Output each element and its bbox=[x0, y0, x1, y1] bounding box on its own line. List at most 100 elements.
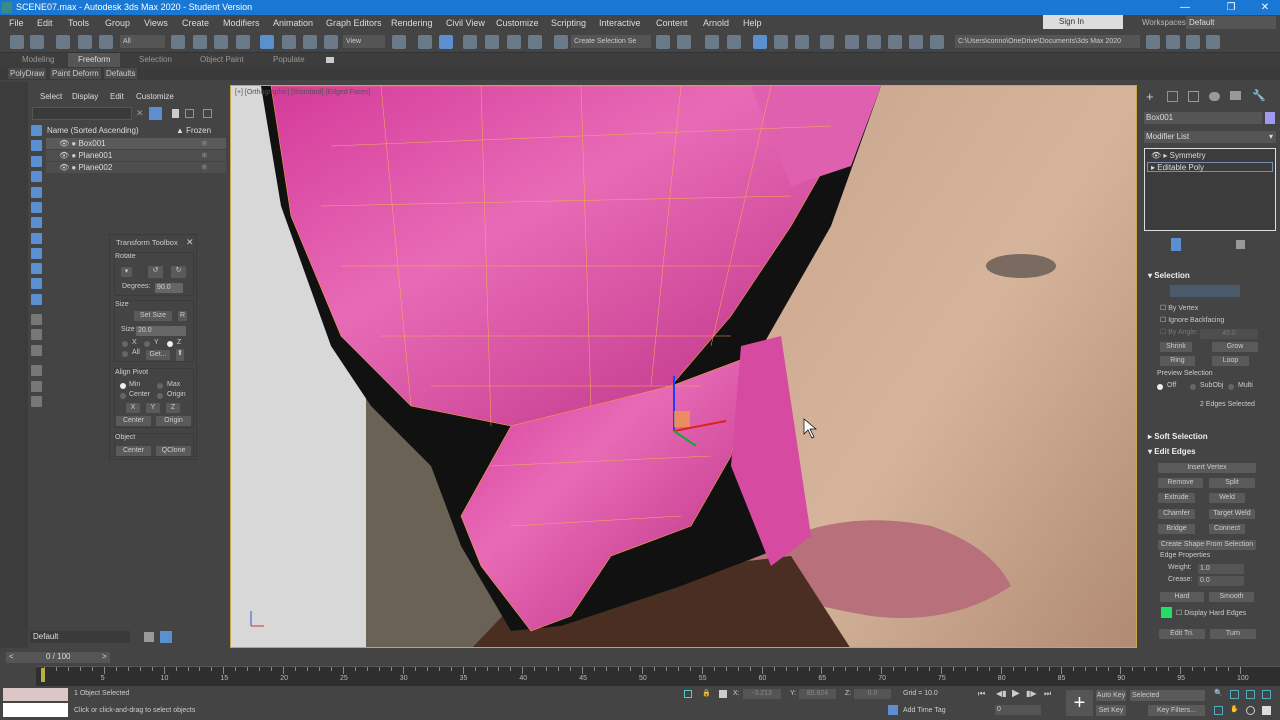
close-button[interactable]: ✕ bbox=[1250, 0, 1280, 15]
se-menu-edit[interactable]: Edit bbox=[110, 92, 124, 101]
display-lights-icon[interactable] bbox=[31, 156, 42, 167]
by-angle-checkbox[interactable]: ☐ By Angle: bbox=[1160, 328, 1198, 336]
tab-object-paint[interactable]: Object Paint bbox=[200, 55, 244, 64]
tab-freeform[interactable]: Freeform bbox=[68, 53, 121, 67]
viewport-label[interactable]: [+] [Orthographic] [Standard] [Edged Fac… bbox=[235, 89, 371, 96]
target-weld-button[interactable]: Target Weld bbox=[1209, 509, 1255, 519]
workspace-dropdown[interactable]: Default bbox=[1186, 16, 1276, 29]
modifier-list-dropdown[interactable]: Modifier List ▾ bbox=[1144, 131, 1276, 143]
window-crossing-icon[interactable] bbox=[236, 35, 250, 49]
reference-coordinate-dropdown[interactable]: View bbox=[343, 35, 385, 48]
ribbon-toggle-icon[interactable] bbox=[753, 35, 767, 49]
hard-edge-color-swatch[interactable] bbox=[1161, 607, 1172, 618]
unlink-icon[interactable] bbox=[78, 35, 92, 49]
snaps-toggle-icon[interactable] bbox=[439, 35, 453, 49]
viewport-orthographic[interactable]: [+] [Orthographic] [Standard] [Edged Fac… bbox=[230, 85, 1137, 648]
undo-icon[interactable] bbox=[10, 35, 24, 49]
edit-tri-button[interactable]: Edit Tri. bbox=[1159, 629, 1205, 639]
preview-off-radio[interactable] bbox=[1157, 384, 1163, 390]
project-folder-icon[interactable] bbox=[1146, 35, 1160, 49]
display-xrefs-icon[interactable] bbox=[31, 233, 42, 244]
display-geometry-icon[interactable] bbox=[31, 125, 42, 136]
pivot-center-icon[interactable] bbox=[392, 35, 406, 49]
pivot-origin-button[interactable]: Origin bbox=[156, 416, 191, 426]
hierarchy-icon[interactable] bbox=[185, 109, 194, 118]
go-to-start-icon[interactable]: ⏮ bbox=[978, 689, 985, 699]
display-cameras-icon[interactable] bbox=[31, 171, 42, 182]
preview-subobj-radio[interactable] bbox=[1190, 384, 1196, 390]
scene-object-row[interactable]: 👁 ● Box001 ❄ bbox=[46, 138, 226, 149]
toolbox-close-button[interactable]: ✕ bbox=[186, 237, 194, 248]
redo-icon[interactable] bbox=[30, 35, 44, 49]
current-frame-spinner[interactable]: 0 bbox=[995, 705, 1041, 715]
pivot-origin-radio[interactable] bbox=[157, 393, 163, 399]
project-create-icon[interactable] bbox=[1186, 35, 1200, 49]
display-helpers-icon[interactable] bbox=[31, 187, 42, 198]
next-frame-icon[interactable]: ▮▶ bbox=[1026, 689, 1037, 698]
menu-rendering[interactable]: Rendering bbox=[391, 15, 433, 31]
angle-spinner[interactable]: 45.0 bbox=[1200, 329, 1258, 339]
size-spinner[interactable]: 20.0 bbox=[136, 326, 186, 336]
pivot-x-button[interactable]: X bbox=[126, 403, 140, 413]
selection-region-icon[interactable] bbox=[214, 35, 228, 49]
menu-help[interactable]: Help bbox=[743, 15, 762, 31]
maximize-viewport-icon[interactable] bbox=[1262, 706, 1271, 715]
se-menu-customize[interactable]: Customize bbox=[136, 92, 174, 101]
menu-group[interactable]: Group bbox=[105, 15, 130, 31]
zoom-extents-icon[interactable] bbox=[1246, 690, 1255, 699]
size-reset-button[interactable]: R bbox=[178, 311, 187, 321]
scene-object-row[interactable]: 👁 ● Plane001 ❄ bbox=[46, 150, 226, 161]
display-shapes-icon[interactable] bbox=[31, 140, 42, 151]
zoom-all-icon[interactable] bbox=[1230, 690, 1239, 699]
link-icon[interactable] bbox=[56, 35, 70, 49]
layer-dropdown[interactable]: Default bbox=[30, 631, 130, 643]
menu-file[interactable]: File bbox=[9, 15, 24, 31]
modify-tab-icon[interactable] bbox=[1167, 91, 1178, 102]
time-slider-thumb[interactable] bbox=[41, 668, 45, 682]
select-object-icon[interactable] bbox=[171, 35, 185, 49]
rotate-ccw-icon[interactable]: ↺ bbox=[148, 266, 163, 278]
tab-modeling[interactable]: Modeling bbox=[22, 55, 54, 64]
snap-3d-icon[interactable] bbox=[463, 35, 477, 49]
pan-icon[interactable]: ✋ bbox=[1230, 705, 1239, 713]
utilities-tab-icon[interactable]: 🔧 bbox=[1252, 89, 1266, 102]
frozen-icon[interactable]: ❄ bbox=[201, 138, 208, 149]
set-key-button[interactable]: Set Key bbox=[1096, 705, 1126, 716]
edit-edges-rollout-header[interactable]: ▾ Edit Edges bbox=[1148, 447, 1196, 456]
next-frame-button[interactable]: > bbox=[102, 652, 107, 661]
column-name-header[interactable]: Name (Sorted Ascending) bbox=[47, 126, 139, 135]
display-frozen-icon[interactable] bbox=[31, 278, 42, 289]
pivot-min-radio[interactable] bbox=[120, 383, 126, 389]
display-tab-icon[interactable] bbox=[1230, 91, 1241, 100]
scene-explorer-icon[interactable] bbox=[705, 35, 719, 49]
modifier-symmetry[interactable]: 👁 ▸ Symmetry bbox=[1147, 151, 1273, 161]
object-color-swatch[interactable] bbox=[1265, 112, 1275, 124]
select-scale-icon[interactable] bbox=[303, 35, 317, 49]
display-spacewarps-icon[interactable] bbox=[31, 202, 42, 213]
selection-lock-icon[interactable]: 🔒 bbox=[702, 689, 711, 697]
time-tag-icon[interactable] bbox=[888, 705, 898, 715]
selection-rollout-header[interactable]: ▾ Selection bbox=[1148, 271, 1190, 280]
menu-edit[interactable]: Edit bbox=[37, 15, 53, 31]
align-icon[interactable] bbox=[677, 35, 691, 49]
project-path-dropdown[interactable]: C:\Users\conno\OneDrive\Documents\3ds Ma… bbox=[955, 35, 1140, 48]
column-frozen-header[interactable]: ▲ Frozen bbox=[176, 126, 211, 135]
soft-selection-rollout-header[interactable]: ▸ Soft Selection bbox=[1148, 432, 1208, 441]
display-hidden-icon[interactable] bbox=[31, 294, 42, 305]
extrude-button[interactable]: Extrude bbox=[1158, 493, 1195, 503]
set-size-button[interactable]: Set Size bbox=[134, 311, 172, 321]
hard-button[interactable]: Hard bbox=[1160, 592, 1204, 602]
axis-all-radio[interactable] bbox=[122, 351, 128, 357]
keyboard-shortcut-override-icon[interactable] bbox=[418, 35, 432, 49]
track-bar[interactable]: 0510152025303540455055606570758085909510… bbox=[36, 666, 1280, 686]
key-filters-button[interactable]: Key Filters... bbox=[1148, 705, 1205, 716]
shrink-button[interactable]: Shrink bbox=[1160, 342, 1192, 352]
scene-object-row[interactable]: 👁 ● Plane002 ❄ bbox=[46, 162, 226, 173]
preview-multi-radio[interactable] bbox=[1228, 384, 1234, 390]
project-open-icon[interactable] bbox=[1166, 35, 1180, 49]
curve-editor-icon[interactable] bbox=[774, 35, 788, 49]
frozen-icon[interactable]: ❄ bbox=[201, 150, 208, 161]
layer-explorer-icon[interactable] bbox=[727, 35, 741, 49]
named-selection-sets-dropdown[interactable]: Create Selection Se bbox=[571, 35, 651, 48]
weight-spinner[interactable]: 1.0 bbox=[1198, 564, 1244, 574]
